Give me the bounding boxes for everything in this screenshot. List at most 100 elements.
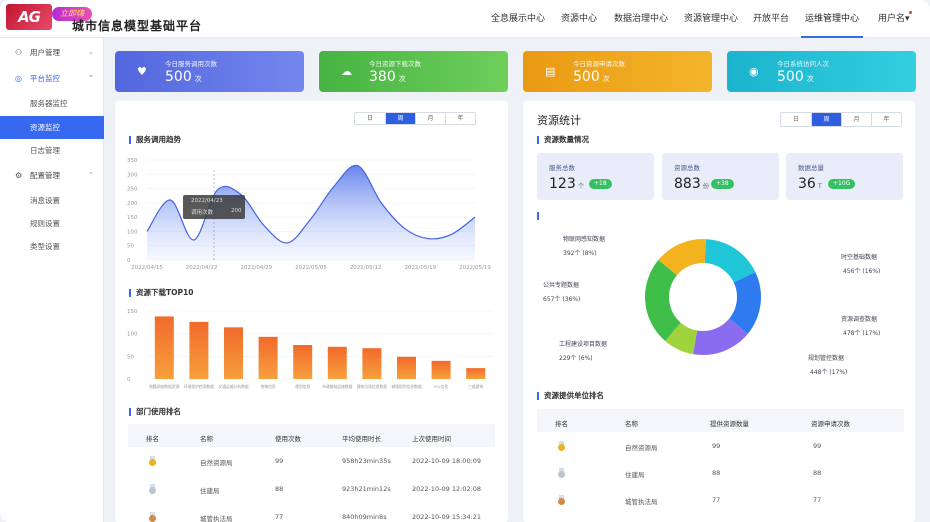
- cell-name: 自然资源局: [625, 444, 658, 452]
- donut-label: 物联网感知数据: [563, 235, 605, 243]
- donut-value-label: 657个 (36%): [543, 296, 580, 303]
- table-row[interactable]: 城管执法局 77 840h09min8s 2022-10-09 15:34:21: [128, 503, 495, 522]
- rank-medal-icon: [557, 495, 566, 506]
- bar[interactable]: [327, 346, 347, 379]
- table-row[interactable]: 住建局 88 88: [537, 459, 904, 486]
- tab-day[interactable]: 日: [355, 113, 385, 124]
- chevron-down-icon: ⌄: [88, 48, 94, 56]
- stat-card-applications: ▤ 今日资源申请次数 500 次: [523, 51, 712, 92]
- tab-month[interactable]: 月: [415, 113, 445, 124]
- nav-item-ops-center[interactable]: 运维管理中心: [801, 0, 864, 38]
- period-switcher-left[interactable]: 日 周 月 年: [354, 112, 476, 125]
- stat-label: 今日服务调用次数: [165, 60, 217, 68]
- bar[interactable]: [362, 348, 382, 379]
- donut-label: 工程建设项目数据: [559, 340, 607, 348]
- bar[interactable]: [189, 321, 209, 379]
- nav-item-data-governance[interactable]: 数据治理中心: [614, 0, 668, 38]
- nav-item-hologram[interactable]: 全息展示中心: [491, 0, 545, 38]
- period-switcher-right[interactable]: 日 周 月 年: [780, 112, 902, 127]
- sidebar-item-message-settings[interactable]: 消息设置: [0, 189, 104, 212]
- x-tick-label: POI信息: [434, 384, 448, 389]
- bar[interactable]: [224, 327, 243, 379]
- x-tick-label: 2022/05/12: [350, 265, 382, 271]
- nav-item-resource-center[interactable]: 资源中心: [561, 0, 597, 38]
- chart-tooltip: 2022/04/23 调用次数 200: [183, 195, 245, 219]
- nav-item-open-platform[interactable]: 开放平台: [753, 0, 789, 38]
- stat-value: 500: [777, 69, 804, 85]
- donut-label: 公共专题数据: [543, 281, 579, 289]
- y-tick-label: 150: [127, 309, 138, 315]
- tab-year[interactable]: 年: [871, 113, 901, 126]
- resource-card-data-volume: 数据总量 36 T +10G: [786, 153, 903, 200]
- card-label: 数据总量: [798, 164, 824, 172]
- table-row[interactable]: 自然资源局 99 958h23min35s 2022-10-09 18:00:0…: [128, 447, 495, 475]
- service-trend-chart: 0 50 100 150 200 250 300 350 2022/04/15 2022/04/2…: [127, 158, 491, 271]
- sidebar-item-user-management[interactable]: ⚇ 用户管理 ⌄: [0, 41, 104, 64]
- sidebar-item-label: 配置管理: [30, 171, 60, 180]
- tooltip-label: 调用次数: [191, 210, 214, 216]
- tab-day[interactable]: 日: [781, 113, 811, 126]
- tab-week[interactable]: 周: [385, 113, 415, 124]
- bar[interactable]: [431, 360, 451, 379]
- column-header-last-used: 上次使用时间: [412, 435, 451, 443]
- sidebar-item-platform-monitor[interactable]: ◎ 平台监控 ⌃: [0, 67, 104, 90]
- app-window: AG 立即嗨 城市信息模型基础平台 全息展示中心 资源中心 数据治理中心 资源管…: [0, 0, 930, 522]
- x-tick-label: 地物信息: [261, 384, 276, 389]
- nav-item-resource-management[interactable]: 资源管理中心: [684, 0, 738, 38]
- bar[interactable]: [397, 356, 416, 379]
- bar[interactable]: [258, 336, 278, 379]
- sidebar-item-server-monitor[interactable]: 服务器监控: [0, 92, 104, 115]
- dept-ranking-title: 部门使用排名: [129, 408, 181, 416]
- chevron-up-icon: ⌃: [88, 171, 94, 179]
- sidebar-item-rule-settings[interactable]: 规则设置: [0, 212, 104, 235]
- donut-value-label: 229个 (6%): [559, 355, 593, 362]
- cell-count: 99: [275, 457, 284, 465]
- tab-week[interactable]: 周: [811, 113, 841, 126]
- sidebar-item-resource-monitor[interactable]: 资源监控: [0, 116, 104, 139]
- cell-provided: 88: [712, 469, 721, 477]
- donut-value-label: 478个 (17%): [843, 330, 880, 337]
- stat-value: 380: [369, 69, 396, 85]
- stat-unit: 次: [602, 75, 610, 83]
- tooltip-date: 2022/04/23: [191, 198, 223, 204]
- x-tick-label: 环境保护检测数据: [184, 384, 215, 389]
- y-tick-label: 250: [127, 187, 138, 193]
- x-tick-label: 2022/04/22: [186, 265, 218, 271]
- sidebar-item-config-management[interactable]: ⚙ 配置管理 ⌃: [0, 164, 104, 187]
- user-menu[interactable]: 用户名▾: [878, 0, 910, 38]
- table-row[interactable]: 自然资源局 99 99: [537, 432, 904, 459]
- cell-provided: 99: [712, 442, 721, 450]
- stat-card-service-calls: ♥ 今日服务调用次数 500 次: [115, 51, 304, 92]
- stat-unit: 次: [398, 75, 406, 83]
- table-row[interactable]: 住建局 88 923h21min12s 2022-10-09 12:02:08: [128, 475, 495, 503]
- cell-avg-duration: 923h21min12s: [342, 485, 391, 493]
- tooltip-value: 200: [231, 208, 242, 214]
- column-header-name: 名称: [200, 435, 213, 443]
- x-tick-label: 交通运输分析数据: [218, 384, 249, 389]
- sidebar-item-label: 服务器监控: [30, 99, 68, 108]
- donut-value-label: 456个 (16%): [843, 268, 880, 275]
- sidebar-item-label: 平台监控: [30, 74, 60, 83]
- table-row[interactable]: 城管执法局 77 77: [537, 486, 904, 513]
- bar[interactable]: [293, 345, 313, 379]
- card-unit: 份: [702, 182, 710, 190]
- column-header-provided: 提供资源数量: [710, 420, 749, 428]
- y-tick-label: 100: [127, 332, 138, 338]
- resource-card-services: 服务总数 123 个 +18: [537, 153, 654, 200]
- platform-logo[interactable]: AG: [6, 4, 52, 30]
- donut-label: 时空基础数据: [841, 253, 877, 261]
- donut-value-label: 392个 (8%): [563, 250, 597, 257]
- card-label: 服务总数: [549, 164, 575, 172]
- bar[interactable]: [154, 316, 174, 379]
- sidebar-item-label: 规则设置: [30, 219, 60, 228]
- stat-unit: 次: [806, 75, 814, 83]
- stat-label: 今日系统访问人次: [777, 60, 829, 68]
- sidebar-item-log-management[interactable]: 日志管理: [0, 139, 104, 162]
- cell-applied: 88: [813, 469, 822, 477]
- bar[interactable]: [466, 368, 486, 379]
- y-tick-label: 100: [127, 229, 138, 235]
- stat-card-downloads: ☁ 今日资源下载次数 380 次: [319, 51, 508, 92]
- sidebar-item-type-settings[interactable]: 类型设置: [0, 235, 104, 258]
- tab-year[interactable]: 年: [445, 113, 475, 124]
- tab-month[interactable]: 月: [841, 113, 871, 126]
